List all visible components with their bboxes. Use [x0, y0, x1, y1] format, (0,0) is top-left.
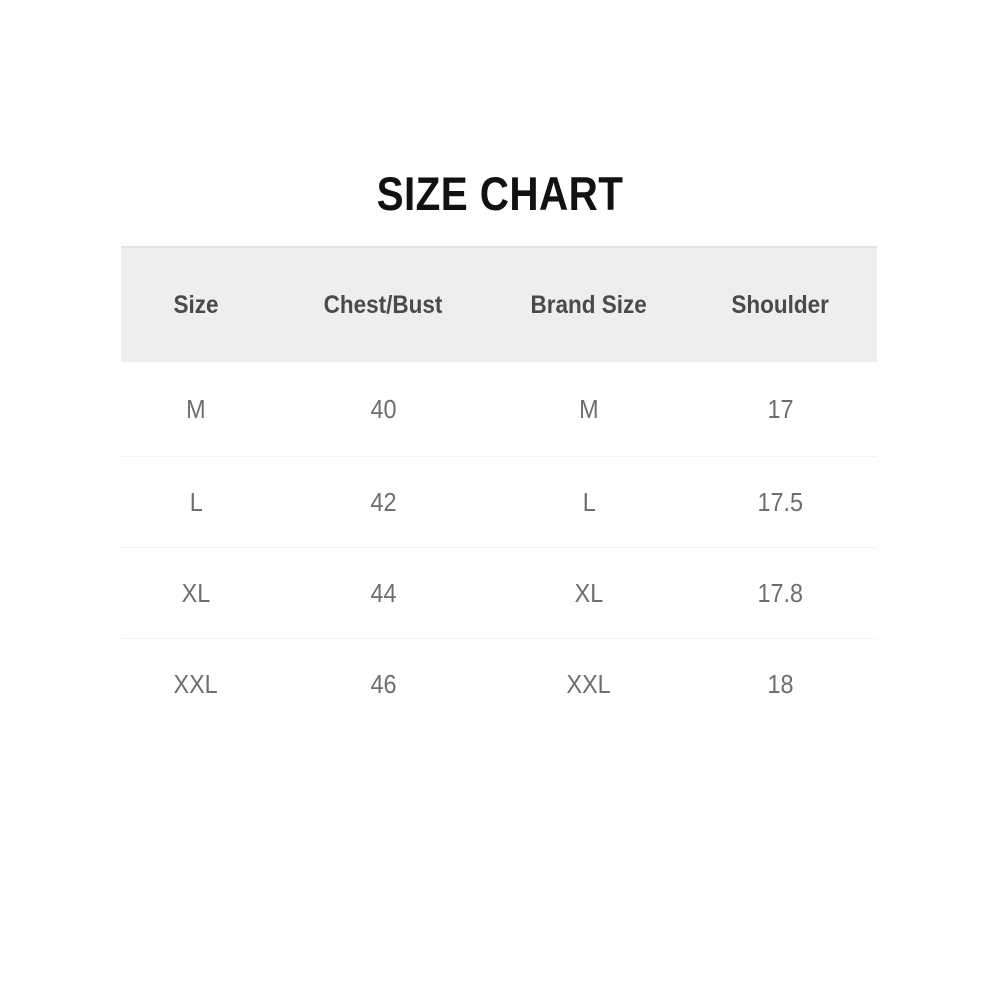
table-body: M 40 M 17 L 42 L 17.5 XL 44 XL 17.8 XXL …	[121, 362, 877, 729]
cell-shoulder: 17.5	[683, 456, 877, 548]
table-row: XL 44 XL 17.8	[121, 547, 877, 639]
column-header-shoulder: Shoulder	[683, 246, 877, 362]
table-row: L 42 L 17.5	[121, 456, 877, 548]
size-chart-page: SIZE CHART Size Chest/Bust Brand Size Sh…	[0, 0, 1000, 1000]
cell-chest-bust-value: 40	[369, 393, 397, 424]
column-header-size-label: Size	[173, 290, 219, 319]
cell-shoulder-value: 17	[766, 393, 794, 424]
cell-size-value: L	[189, 486, 203, 517]
cell-shoulder-value: 17.8	[757, 577, 803, 608]
cell-brand-size-value: L	[582, 486, 596, 517]
cell-chest-bust-value: 42	[369, 486, 397, 517]
table-row: M 40 M 17	[121, 362, 877, 457]
column-header-chest-bust-label: Chest/Bust	[323, 290, 443, 319]
cell-chest-bust: 46	[271, 638, 495, 729]
cell-size-value: M	[186, 393, 206, 424]
cell-chest-bust: 40	[271, 362, 495, 457]
table-header-row: Size Chest/Bust Brand Size Shoulder	[121, 246, 877, 362]
table-header: Size Chest/Bust Brand Size Shoulder	[121, 246, 877, 362]
cell-size: XL	[121, 547, 271, 639]
cell-shoulder: 17	[683, 362, 877, 457]
cell-chest-bust-value: 46	[369, 668, 397, 699]
cell-size: L	[121, 456, 271, 548]
cell-brand-size: M	[495, 362, 683, 457]
cell-chest-bust: 42	[271, 456, 495, 548]
cell-size: M	[121, 362, 271, 457]
cell-brand-size-value: M	[579, 393, 599, 424]
column-header-size: Size	[121, 246, 271, 362]
cell-size-value: XL	[181, 577, 211, 608]
cell-brand-size: XL	[495, 547, 683, 639]
cell-shoulder-value: 18	[766, 668, 794, 699]
cell-chest-bust: 44	[271, 547, 495, 639]
page-title: SIZE CHART	[376, 167, 624, 220]
cell-brand-size-value: XXL	[566, 668, 612, 699]
cell-chest-bust-value: 44	[369, 577, 397, 608]
cell-brand-size: L	[495, 456, 683, 548]
cell-size: XXL	[121, 638, 271, 729]
column-header-brand-size-label: Brand Size	[530, 290, 648, 319]
column-header-chest-bust: Chest/Bust	[271, 246, 495, 362]
cell-brand-size-value: XL	[574, 577, 604, 608]
cell-shoulder: 17.8	[683, 547, 877, 639]
column-header-shoulder-label: Shoulder	[731, 290, 829, 319]
column-header-brand-size: Brand Size	[495, 246, 683, 362]
cell-brand-size: XXL	[495, 638, 683, 729]
table-row: XXL 46 XXL 18	[121, 638, 877, 729]
cell-shoulder: 18	[683, 638, 877, 729]
cell-size-value: XXL	[173, 668, 219, 699]
cell-shoulder-value: 17.5	[757, 486, 803, 517]
size-chart-table: Size Chest/Bust Brand Size Shoulder M 40…	[121, 246, 877, 729]
